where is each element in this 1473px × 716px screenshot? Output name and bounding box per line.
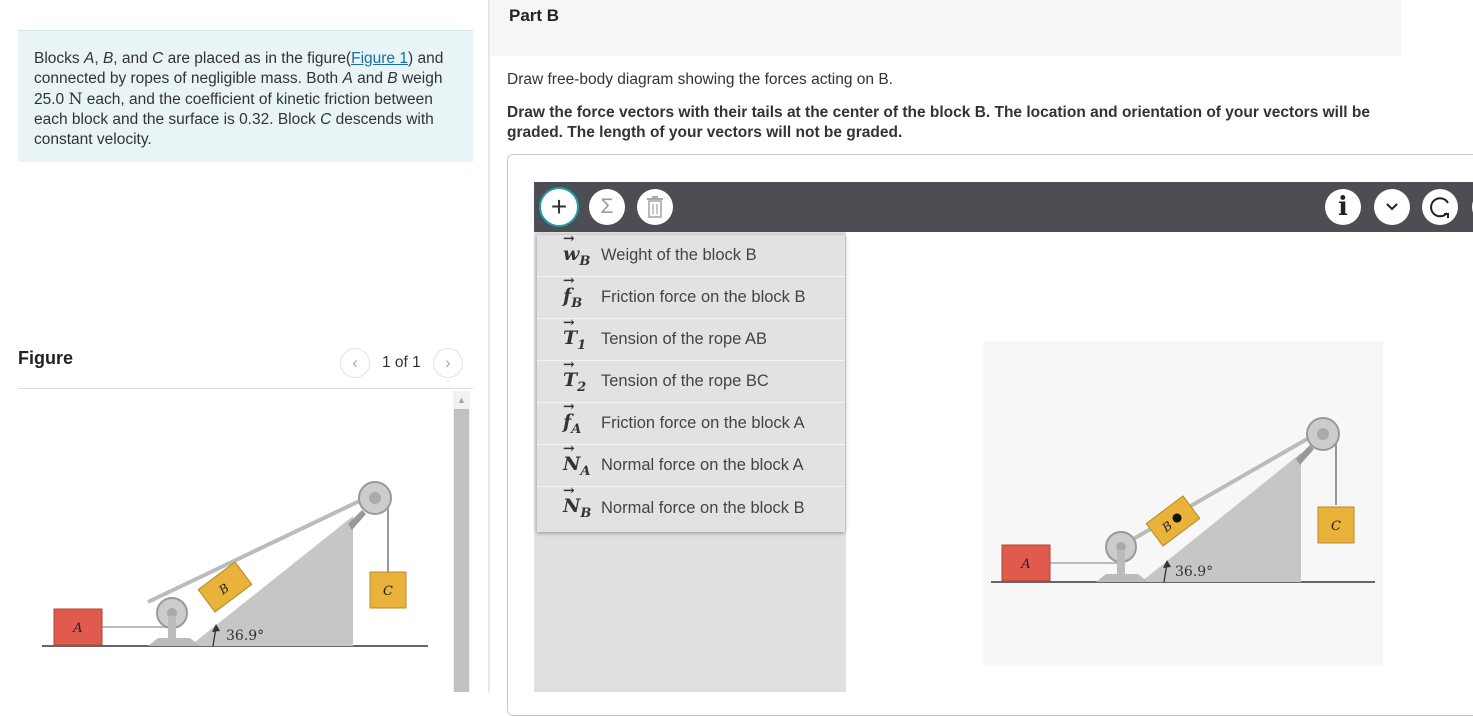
figure-link[interactable]: Figure 1 [351, 50, 408, 67]
vector-symbol: → T1 [563, 315, 601, 353]
problem-text: are placed as in the figure( [163, 50, 352, 67]
drawing-toolbar: + Σ i [534, 182, 1473, 232]
problem-text: , [94, 50, 103, 67]
add-vector-button[interactable]: + [539, 187, 579, 227]
arrow-icon: → [563, 398, 575, 415]
unit-newton: N [68, 89, 83, 108]
pane-divider[interactable] [488, 0, 490, 692]
arrow-icon: → [563, 314, 575, 331]
block-a-label: A [72, 621, 82, 636]
arrow-icon: → [563, 272, 575, 289]
instruction-bold-text: Draw the force vectors with their tails … [507, 104, 1370, 141]
pulley-axle [369, 492, 381, 504]
vector-label: Normal force on the block B [601, 498, 805, 517]
vector-option-tension-bc[interactable]: → T2 Tension of the rope BC [537, 357, 845, 403]
vector-option-friction-b[interactable]: → fB Friction force on the block B [537, 273, 845, 319]
vector-option-normal-a[interactable]: → NA Normal force on the block A [537, 441, 845, 487]
angle-label: 36.9° [226, 628, 264, 644]
vector-label: Normal force on the block A [601, 456, 804, 474]
pulley-base [148, 638, 200, 646]
symbol-subscript: B [571, 295, 583, 311]
pulley-axle [1317, 428, 1329, 440]
part-header: Part B [491, 0, 1401, 56]
vector-label: Tension of the rope BC [601, 372, 769, 390]
fbd-canvas[interactable]: A B C 36.9° [983, 341, 1383, 666]
pager-text: 1 of 1 [382, 354, 421, 371]
problem-text: and [352, 70, 388, 87]
symbol-subscript: A [580, 463, 591, 479]
vector-label: Tension of the rope AB [601, 330, 768, 348]
sigma-icon: Σ [600, 195, 614, 218]
problem-text: Blocks [34, 50, 84, 67]
arrow-icon: → [563, 483, 575, 500]
vector-symbol: → fA [563, 399, 601, 437]
symbol-subscript: B [580, 505, 592, 521]
var-c: C [152, 50, 164, 67]
vector-option-normal-b[interactable]: → NB Normal force on the block B [537, 483, 845, 529]
fbd-diagram: A B C 36.9° [991, 417, 1375, 583]
problem-statement: Blocks A, B, and C are placed as in the … [18, 30, 473, 162]
figure-image: A B C 36.9° [42, 481, 428, 647]
vector-option-weight-b[interactable]: → wB Weight of the block B [537, 231, 845, 277]
sum-button[interactable]: Σ [589, 189, 625, 225]
vector-label: Friction force on the block B [601, 288, 806, 306]
symbol-subscript: A [571, 421, 582, 437]
vector-option-tension-ab[interactable]: → T1 Tension of the rope AB [537, 315, 845, 361]
block-c-label: C [383, 584, 393, 599]
pulley-stand [168, 616, 176, 640]
arrow-icon: → [563, 440, 575, 457]
var-b: B [102, 50, 114, 67]
symbol-subscript: 1 [577, 337, 587, 353]
delete-button[interactable] [637, 189, 673, 225]
vector-symbol: → wB [563, 231, 601, 269]
vector-symbol: → T2 [563, 357, 601, 395]
chevron-down-icon [1386, 203, 1398, 211]
prev-figure-button[interactable]: ‹ [340, 348, 370, 378]
vector-symbol: → fB [563, 273, 601, 311]
arrow-icon: → [563, 356, 575, 373]
var-b: B [387, 70, 398, 87]
reset-icon [1430, 197, 1449, 218]
reset-button[interactable] [1422, 189, 1458, 225]
vector-option-friction-a[interactable]: → fA Friction force on the block A [537, 399, 845, 445]
vector-symbol: → NB [563, 483, 601, 521]
pulley-stand [1117, 550, 1125, 574]
pulley-base [1096, 574, 1148, 582]
block-a-label: A [1020, 557, 1030, 572]
var-c: C [320, 111, 332, 128]
symbol-subscript: 2 [577, 379, 587, 395]
symbol-subscript: B [579, 253, 591, 269]
trash-icon [647, 196, 663, 218]
vector-label: Friction force on the block A [601, 414, 805, 432]
scroll-up-arrow-icon[interactable]: ▲ [453, 391, 470, 408]
chevron-right-icon: › [444, 353, 451, 372]
info-icon: i [1338, 192, 1348, 222]
chevron-left-icon: ‹ [352, 353, 358, 372]
vector-label: Weight of the block B [601, 246, 757, 264]
problem-text: , and [113, 50, 153, 67]
plus-icon: + [550, 191, 568, 222]
angle-label: 36.9° [1175, 564, 1213, 580]
next-figure-button[interactable]: › [432, 348, 463, 378]
vector-symbol: → NA [563, 441, 601, 479]
scrollbar-thumb[interactable] [454, 409, 469, 692]
vector-dropdown-menu: → wB Weight of the block B → fB Friction f… [537, 231, 845, 532]
var-a: A [342, 70, 353, 87]
var-a: A [83, 50, 95, 67]
figure-title: Figure [18, 348, 74, 368]
options-dropdown-button[interactable] [1374, 189, 1410, 225]
arrow-icon: → [563, 230, 575, 247]
divider-line [18, 388, 473, 389]
figure-pager: ‹ 1 of 1 › [340, 346, 463, 380]
info-button[interactable]: i [1325, 189, 1361, 225]
instruction-text: Draw free-body diagram showing the force… [507, 71, 893, 88]
block-c-label: C [1331, 519, 1341, 534]
part-title: Part B [509, 6, 560, 25]
